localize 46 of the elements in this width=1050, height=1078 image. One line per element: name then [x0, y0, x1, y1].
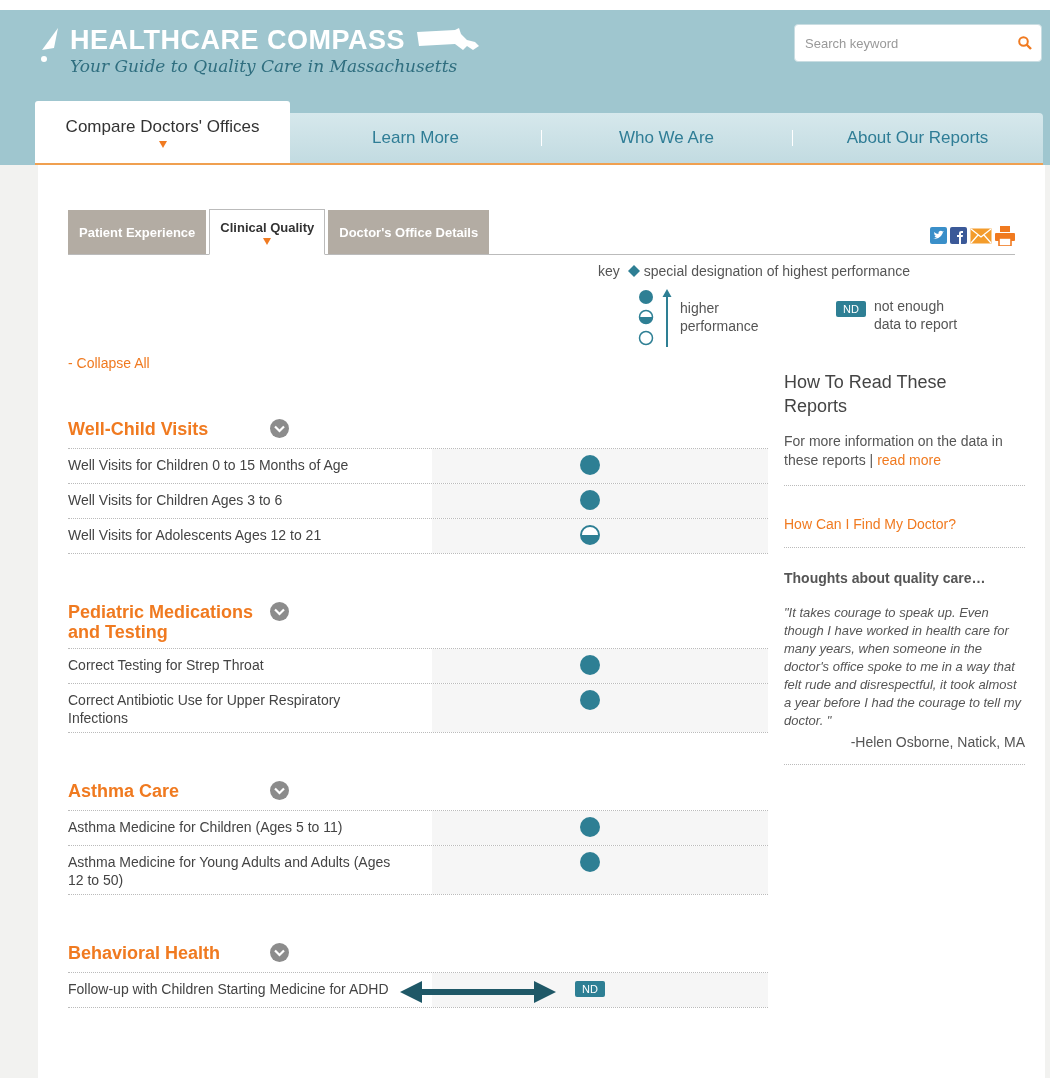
find-doctor-link[interactable]: How Can I Find My Doctor?	[784, 486, 1025, 548]
chevron-down-icon[interactable]	[270, 602, 289, 621]
nav-tab[interactable]: Who We Are	[541, 113, 792, 163]
info-text: For more information on the data in these reports | read more	[784, 432, 1025, 486]
measure-label: Well Visits for Children 0 to 15 Months of Age	[68, 456, 350, 475]
chevron-down-icon[interactable]	[270, 419, 289, 438]
search-icon[interactable]	[1018, 36, 1032, 50]
sidebar-heading: How To Read These Reports	[784, 371, 948, 418]
key-label: key	[598, 263, 620, 279]
key-text: not enough data to report	[873, 297, 959, 334]
collapse-all-link[interactable]: - Collapse All	[68, 355, 150, 371]
measure-label: Asthma Medicine for Children (Ages 5 to 11)	[68, 818, 344, 837]
chevron-down-icon[interactable]	[270, 943, 289, 962]
report-tab[interactable]: Doctor's Office Details	[328, 210, 490, 254]
rating-scale-drawing	[638, 289, 672, 347]
measure-label: Correct Antibiotic Use for Upper Respiratory Infections	[68, 691, 342, 728]
nav-tab[interactable]: About Our Reports	[792, 113, 1043, 163]
measure-label: Follow-up with Children Starting Medicine for ADHD	[68, 980, 390, 999]
measure-label: Well Visits for Children Ages 3 to 6	[68, 491, 284, 510]
quote-attribution: -Helen Osborne, Natick, MA	[850, 734, 1025, 750]
measure-label: Correct Testing for Strep Throat	[68, 656, 265, 675]
twitter-icon[interactable]	[930, 227, 947, 244]
nav-tab[interactable]: Learn More	[290, 113, 541, 163]
quote-text: "It takes courage to speak up. Even though I have worked in health care for many years, when someone in the doctor's office spoke to me in a way that felt rude and disrespectful, it took almost a year before I had the courage to tell my doctor. "	[784, 604, 1023, 730]
read-more-link[interactable]: read more	[877, 452, 941, 468]
section-title: Asthma Care	[68, 781, 181, 801]
key-text: higher performance	[680, 299, 760, 336]
report-tab[interactable]: Patient Experience	[68, 210, 207, 254]
section-title: Well-Child Visits	[68, 419, 210, 439]
diamond-icon	[627, 265, 640, 277]
measure-label: Well Visits for Adolescents Ages 12 to 21	[68, 526, 323, 545]
nd-badge: ND	[575, 981, 605, 997]
thoughts-heading: Thoughts about quality care…	[784, 570, 987, 586]
chevron-down-icon[interactable]	[270, 781, 289, 800]
nd-badge: ND	[836, 301, 866, 317]
search-field[interactable]: Search keyword	[794, 24, 1042, 62]
section-title: Behavioral Health	[68, 943, 222, 963]
section-title: Pediatric Medications and Testing	[68, 602, 255, 642]
measure-label: Asthma Medicine for Young Adults and Adults (Ages 12 to 50)	[68, 853, 392, 890]
report-tab[interactable]: Clinical Quality	[209, 209, 326, 255]
facebook-icon[interactable]	[950, 227, 967, 244]
key-text: special designation of highest performance	[643, 263, 910, 279]
site-title: HEALTHCARE COMPASS	[70, 24, 405, 56]
site-tagline: Your Guide to Quality Care in Massachusetts	[70, 56, 459, 76]
print-icon[interactable]	[995, 225, 1015, 246]
nav-tab[interactable]: Compare Doctors' Offices	[35, 101, 290, 163]
